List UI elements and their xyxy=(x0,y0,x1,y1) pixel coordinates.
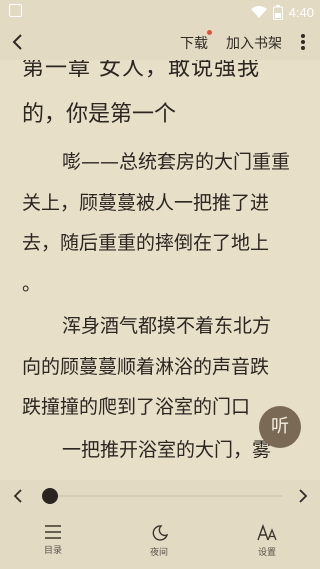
app-notification-icon xyxy=(9,4,22,17)
chapter-progress-bar xyxy=(0,480,320,512)
status-bar: 4:40 xyxy=(0,0,320,24)
text-line: 浑身酒气都摸不着东北方 xyxy=(62,315,272,337)
list-icon xyxy=(45,525,61,539)
text-line: 去，随后重重的摔倒在了地上 xyxy=(22,232,270,254)
chapter-title-partial: 第一章 女人，敢说强我 xyxy=(22,60,260,81)
settings-button[interactable]: 设置 xyxy=(237,524,297,558)
moon-icon xyxy=(152,525,169,541)
paragraph: 浑身酒气都摸不着东北方 向的顾蔓蔓顺着淋浴的声音跌 跌撞撞的爬到了浴室的门口 xyxy=(22,306,304,428)
toc-button[interactable]: 目录 xyxy=(23,524,83,556)
next-chapter-icon xyxy=(299,489,308,503)
download-button[interactable]: 下载 xyxy=(180,33,208,53)
back-button[interactable] xyxy=(6,30,30,54)
text-line: 。 xyxy=(22,272,42,295)
next-chapter-button[interactable] xyxy=(295,486,311,506)
back-icon xyxy=(12,34,22,50)
text-line: 关上，顾蔓蔓被人一把推了进 xyxy=(22,191,270,214)
more-button[interactable] xyxy=(295,31,311,53)
text-settings-icon xyxy=(257,524,277,541)
download-badge xyxy=(207,30,212,35)
text-line: 向的顾蔓蔓顺着淋浴的声音跌 xyxy=(22,355,270,378)
night-label: 夜间 xyxy=(149,548,168,558)
status-time: 4:40 xyxy=(288,4,314,20)
more-vertical-icon xyxy=(301,34,305,50)
listen-button[interactable]: 听 xyxy=(259,406,301,448)
battery-icon xyxy=(272,4,283,20)
chapter-title-line: 的，你是第一个 xyxy=(22,102,177,127)
settings-label: 设置 xyxy=(257,548,276,558)
night-mode-button[interactable]: 夜间 xyxy=(129,524,189,558)
bottom-bar: 目录 夜间 设置 xyxy=(0,512,320,569)
prev-chapter-icon xyxy=(13,489,22,503)
toc-label: 目录 xyxy=(43,546,62,556)
status-icons: 4:40 xyxy=(250,3,314,21)
progress-thumb[interactable] xyxy=(42,488,58,504)
add-to-shelf-button[interactable]: 加入书架 xyxy=(226,33,282,53)
prev-chapter-button[interactable] xyxy=(10,486,26,506)
wifi-icon xyxy=(250,6,267,18)
text-line: 嘭——总统套房的大门重重 xyxy=(62,151,291,173)
progress-track[interactable] xyxy=(50,495,282,497)
reader-toolbar: 下载 加入书架 xyxy=(0,24,320,60)
paragraph: 嘭——总统套房的大门重重 关上，顾蔓蔓被人一把推了进 去，随后重重的摔倒在了地上… xyxy=(22,142,304,304)
